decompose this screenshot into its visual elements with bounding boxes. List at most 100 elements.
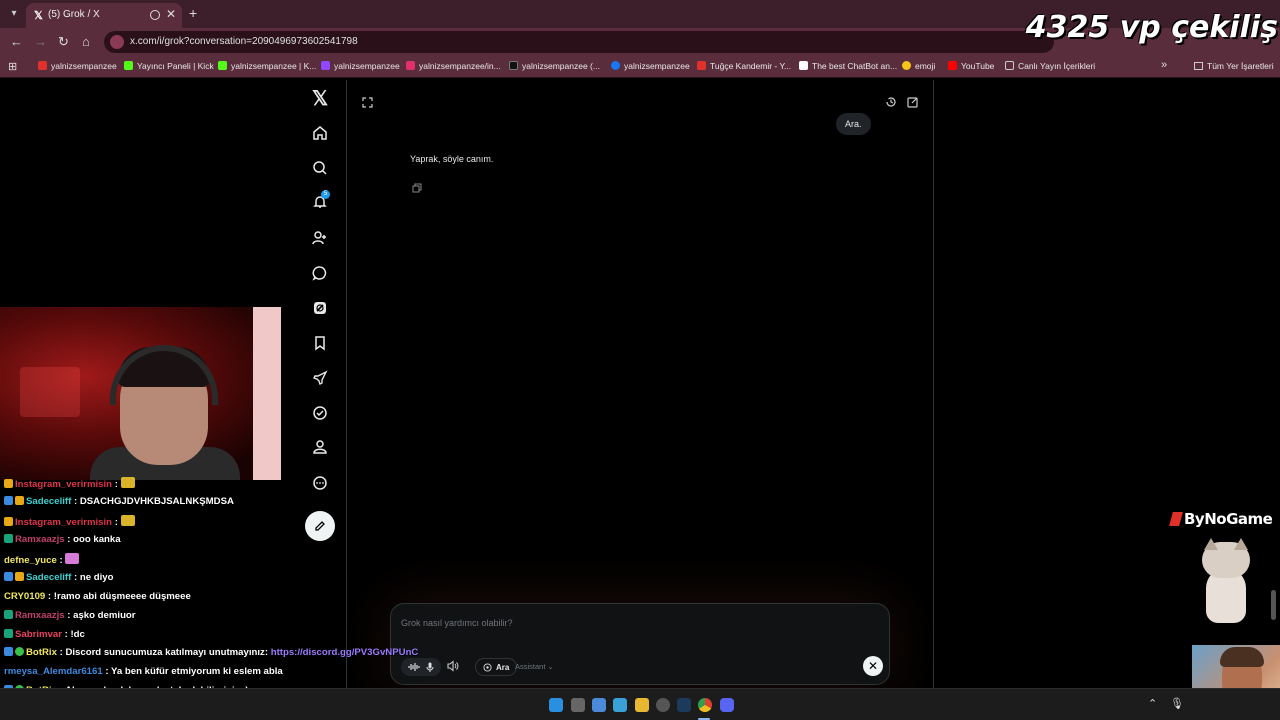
grok-prompt-input[interactable] <box>401 618 871 628</box>
content-divider <box>933 80 934 688</box>
tab-close-icon[interactable]: ✕ <box>166 7 176 21</box>
emote-icon <box>65 553 80 564</box>
chevron-more-icon[interactable]: » <box>1161 59 1167 71</box>
bookmark-favicon-icon <box>902 61 911 70</box>
bookmark-item[interactable]: yalnizsempanzee <box>38 61 117 71</box>
chat-message: defne_yuce : <box>4 553 80 569</box>
discord-link[interactable]: https://discord.gg/PV3GvNPUnC <box>271 647 419 658</box>
subscriber-badge-icon <box>4 517 13 526</box>
dancing-cat-sticker <box>1190 538 1262 634</box>
chrome-icon[interactable] <box>698 698 712 712</box>
bookmark-favicon-icon <box>697 61 706 70</box>
user-message: Ara. <box>836 113 871 135</box>
task-view-icon[interactable] <box>571 698 585 712</box>
compose-button[interactable] <box>305 511 335 541</box>
close-icon[interactable]: ✕ <box>863 656 883 676</box>
all-bookmarks[interactable]: Tüm Yer İşaretleri <box>1194 61 1274 71</box>
sponsor-logo: ByNoGame <box>1169 510 1273 528</box>
assistant-message: Yaprak, söyle canım. <box>410 154 494 164</box>
obs-icon[interactable] <box>656 698 670 712</box>
windows-taskbar: ⌃ 🎙 <box>0 688 1280 720</box>
tab-title: (5) Grok / X <box>48 9 100 20</box>
bookmark-item[interactable]: The best ChatBot an... <box>799 61 897 71</box>
bookmark-favicon-icon <box>218 61 227 70</box>
folder-icon <box>1194 62 1203 70</box>
bookmark-item[interactable]: Tuğçe Kandemir - Y... <box>697 61 791 71</box>
speaker-icon[interactable] <box>447 659 459 677</box>
globe-icon <box>483 662 492 672</box>
browser-tab-grok[interactable]: 𝕏 (5) Grok / X ✕ <box>26 3 182 28</box>
moderator-badge-icon <box>4 572 13 581</box>
widgets-icon[interactable] <box>592 698 606 712</box>
tab-search-icon[interactable]: ▾ <box>6 6 22 22</box>
tray-chevron-up-icon[interactable]: ⌃ <box>1148 697 1157 710</box>
bookmark-item[interactable]: yalnizsempanzee <box>611 61 690 71</box>
reload-icon[interactable]: ↻ <box>58 34 69 50</box>
file-explorer-icon[interactable] <box>635 698 649 712</box>
home-page-icon[interactable]: ⌂ <box>82 34 90 49</box>
history-icon[interactable] <box>885 95 897 113</box>
store-icon[interactable] <box>613 698 627 712</box>
copy-icon[interactable] <box>412 180 422 198</box>
bookmark-item[interactable]: Canlı Yayın İçerikleri <box>1005 61 1095 71</box>
bookmark-item[interactable]: yalnizsempanzee/in... <box>406 61 501 71</box>
grok-composer: Ara Assistant ⌄ ✕ <box>390 603 890 685</box>
bynogame-logo-icon <box>1169 512 1183 526</box>
bookmark-item[interactable]: yalnizsempanzee | K... <box>218 61 316 71</box>
vip-badge-icon <box>4 610 13 619</box>
home-icon[interactable] <box>310 123 330 143</box>
site-info-icon[interactable] <box>110 35 124 49</box>
profile-icon[interactable] <box>310 437 330 457</box>
bell-icon[interactable]: 5 <box>310 190 330 212</box>
chat-message: Sabrimvar : !dc <box>4 629 85 645</box>
bookmark-item[interactable]: yalnizsempanzee (... <box>509 61 600 71</box>
notification-badge: 5 <box>321 190 330 199</box>
search-icon[interactable] <box>310 158 330 178</box>
x-logo-icon[interactable]: 𝕏 <box>310 88 330 110</box>
microphone-icon <box>426 662 434 672</box>
emote-icon <box>120 515 135 526</box>
assistant-mode-select[interactable]: Assistant ⌄ <box>515 662 554 671</box>
page-scrollbar[interactable] <box>1271 590 1276 620</box>
bookmark-icon[interactable] <box>310 333 330 353</box>
chat-message: Instagram_verirmisin : <box>4 477 135 493</box>
bookmark-item[interactable]: YouTube <box>948 61 994 71</box>
messages-icon[interactable] <box>310 263 330 283</box>
add-user-icon[interactable] <box>310 228 330 248</box>
tray-microphone-icon[interactable]: 🎙 <box>1170 697 1184 710</box>
bookmark-item[interactable]: yalnizsempanzee <box>321 61 400 71</box>
moderator-badge-icon <box>4 647 13 656</box>
url-text: x.com/i/grok?conversation=20904969736025… <box>130 36 358 47</box>
steam-icon[interactable] <box>677 698 691 712</box>
grok-icon[interactable] <box>310 298 330 318</box>
bot-badge-icon <box>15 647 24 656</box>
new-chat-icon[interactable] <box>907 95 919 113</box>
bookmark-favicon-icon <box>406 61 415 70</box>
headset-icon <box>110 345 218 405</box>
more-icon[interactable] <box>310 473 330 493</box>
emote-icon <box>120 477 135 488</box>
discord-icon[interactable] <box>720 698 734 712</box>
vip-badge-icon <box>4 629 13 638</box>
bookmark-favicon-icon <box>38 61 47 70</box>
new-tab-button[interactable]: + <box>189 5 197 21</box>
bookmark-favicon-icon <box>124 61 133 70</box>
expand-icon[interactable] <box>362 95 373 113</box>
windows-start-icon[interactable] <box>549 698 563 712</box>
rocket-icon[interactable] <box>310 368 330 388</box>
search-mode-button[interactable]: Ara <box>475 658 518 676</box>
bookmarks-bar: ⊞ yalnizsempanzee Yayıncı Paneli | Kick … <box>0 56 1280 78</box>
apps-grid-icon[interactable]: ⊞ <box>8 60 17 73</box>
tab-audio-icon[interactable] <box>150 10 160 20</box>
back-icon[interactable]: ← <box>10 34 23 49</box>
address-bar[interactable]: x.com/i/grok?conversation=20904969736025… <box>104 31 1054 53</box>
moderator-badge-icon <box>4 496 13 505</box>
nav-divider <box>346 80 347 688</box>
subscriber-badge-icon <box>4 479 13 488</box>
subscriber-badge-icon <box>15 496 24 505</box>
bookmark-item[interactable]: Yayıncı Paneli | Kick <box>124 61 214 71</box>
streamer-webcam <box>0 307 281 480</box>
forward-icon[interactable]: → <box>34 34 47 49</box>
bookmark-item[interactable]: emoji <box>902 61 935 71</box>
verified-icon[interactable] <box>310 403 330 423</box>
